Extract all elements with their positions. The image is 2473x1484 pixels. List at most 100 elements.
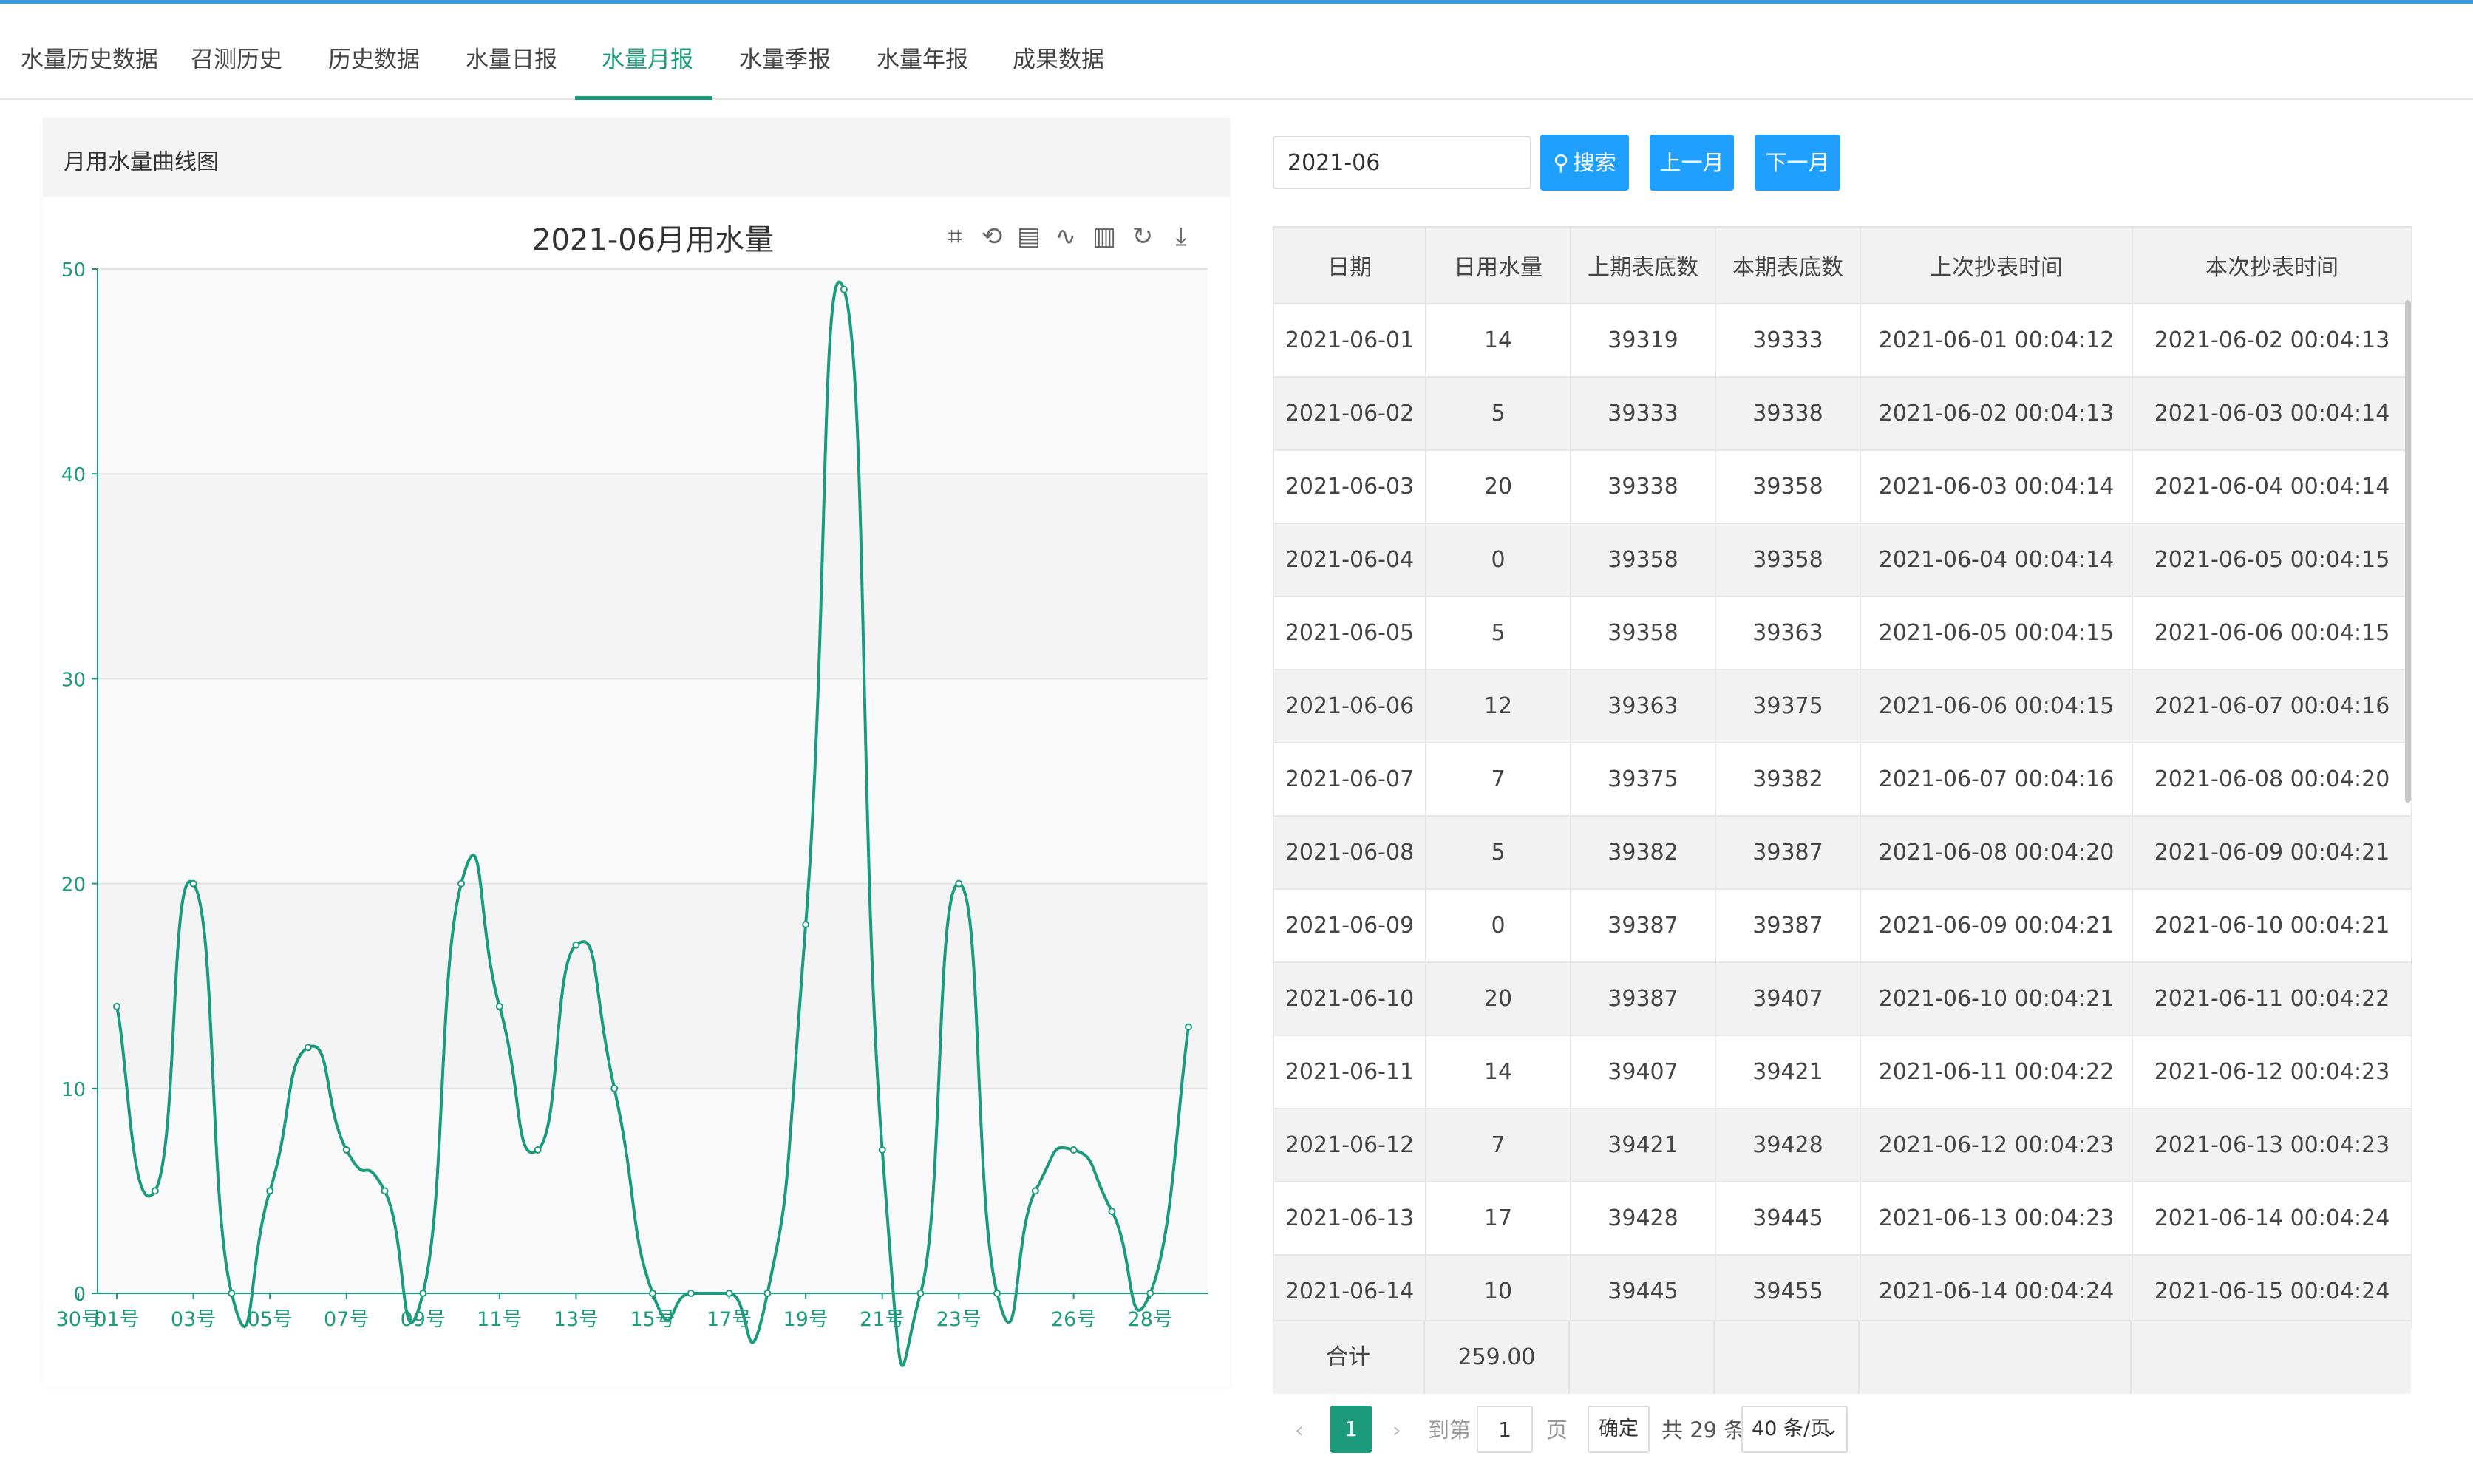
table-cell: 2021-06-02: [1273, 376, 1426, 451]
data-point: [1108, 1208, 1116, 1216]
current-page-button[interactable]: 1: [1330, 1406, 1372, 1453]
data-point: [342, 1146, 350, 1154]
x-tick-label: 03号: [171, 1308, 216, 1331]
table-row[interactable]: 2021-06-14 10 39445 39455 2021-06-14 00:04:2…: [1273, 1254, 2412, 1329]
table-cell: 39382: [1570, 815, 1716, 890]
data-point: [572, 941, 580, 949]
table-row[interactable]: 2021-06-07 7 39375 39382 2021-06-07 00:04:16…: [1273, 742, 2412, 817]
table-cell: 0: [1425, 888, 1571, 963]
data-point: [151, 1187, 159, 1195]
data-point: [878, 1146, 886, 1154]
column-header[interactable]: 上期表底数: [1570, 226, 1716, 304]
column-header[interactable]: 上次抄表时间: [1860, 226, 2133, 304]
table-cell: 39387: [1715, 888, 1861, 963]
table-row[interactable]: 2021-06-13 17 39428 39445 2021-06-13 00:04:2…: [1273, 1181, 2412, 1256]
table-cell: 39455: [1715, 1254, 1861, 1329]
table-cell: 39421: [1715, 1035, 1861, 1109]
table-cell: 2021-06-11 00:04:22: [1860, 1035, 2133, 1109]
column-header[interactable]: 日用水量: [1425, 226, 1571, 304]
table-cell: 2021-06-11: [1273, 1035, 1426, 1109]
chart-title: 2021-06月用水量: [532, 223, 775, 257]
table-row[interactable]: 2021-06-05 5 39358 39363 2021-06-05 00:04:15…: [1273, 596, 2412, 670]
table-scrollbar[interactable]: [2405, 300, 2411, 803]
table-row[interactable]: 2021-06-03 20 39338 39358 2021-06-03 00:04:1…: [1273, 449, 2412, 524]
table-cell: 39407: [1570, 1035, 1716, 1109]
table-cell: 2021-06-07 00:04:16: [2132, 669, 2412, 743]
table-row[interactable]: 2021-06-02 5 39333 39338 2021-06-02 00:04:13…: [1273, 376, 2412, 451]
table-row[interactable]: 2021-06-12 7 39421 39428 2021-06-12 00:04:23…: [1273, 1108, 2412, 1182]
table-row[interactable]: 2021-06-01 14 39319 39333 2021-06-01 00:04:1…: [1273, 303, 2412, 378]
x-tick-label: 11号: [477, 1308, 522, 1331]
data-point: [534, 1146, 542, 1154]
data-point: [1069, 1146, 1078, 1154]
page-unit-label: 页: [1546, 1417, 1568, 1443]
table-cell: 10: [1425, 1254, 1571, 1329]
table-cell: 2021-06-07: [1273, 742, 1426, 817]
table-cell: 39358: [1570, 523, 1716, 597]
table-cell: 2021-06-08 00:04:20: [1860, 815, 2133, 890]
data-point: [1185, 1023, 1192, 1031]
data-point: [649, 1290, 656, 1297]
chart-band: [98, 678, 1208, 884]
search-button[interactable]: ⚲ 搜索: [1540, 135, 1629, 191]
zoom-icon[interactable]: ⌗: [940, 220, 970, 253]
chart-band: [98, 883, 1208, 1089]
goto-page-input[interactable]: [1477, 1406, 1533, 1453]
table-cell: 2021-06-06: [1273, 669, 1426, 743]
table-cell: 14: [1425, 303, 1571, 378]
chevron-right-icon[interactable]: ›: [1392, 1404, 1401, 1456]
table-row[interactable]: 2021-06-09 0 39387 39387 2021-06-09 00:04:21…: [1273, 888, 2412, 963]
table-cell: 2021-06-05: [1273, 596, 1426, 670]
data-point: [993, 1290, 1001, 1297]
download-icon[interactable]: ⤓: [1166, 220, 1196, 253]
x-tick-label: 13号: [554, 1308, 599, 1331]
page-size-select[interactable]: 40 条/页 ⌄: [1741, 1406, 1848, 1453]
zoom-reset-icon[interactable]: ⟲: [977, 220, 1007, 253]
table-row[interactable]: 2021-06-04 0 39358 39358 2021-06-04 00:04:14…: [1273, 523, 2412, 597]
table-cell: 2021-06-02 00:04:13: [2132, 303, 2412, 378]
data-point: [457, 879, 466, 888]
table-cell: 2021-06-06 00:04:15: [2132, 596, 2412, 670]
x-tick-label: 07号: [324, 1308, 369, 1331]
table-cell: 2021-06-09 00:04:21: [1860, 888, 2133, 963]
bar-chart-icon[interactable]: ▥: [1089, 220, 1119, 253]
table-cell: 39428: [1715, 1108, 1861, 1182]
column-header[interactable]: 本期表底数: [1715, 226, 1861, 304]
data-point: [228, 1290, 236, 1297]
data-point: [725, 1290, 733, 1297]
table-cell: 2021-06-01 00:04:12: [1860, 303, 2133, 378]
table-cell: 2021-06-12 00:04:23: [2132, 1035, 2412, 1109]
table-row[interactable]: 2021-06-11 14 39407 39421 2021-06-11 00:04:2…: [1273, 1035, 2412, 1109]
table-cell: 2021-06-02 00:04:13: [1860, 376, 2133, 451]
table-cell: 39363: [1715, 596, 1861, 670]
table-cell: 0: [1425, 523, 1571, 597]
month-input[interactable]: [1273, 136, 1531, 189]
table-cell: 39387: [1570, 961, 1716, 1036]
goto-confirm-button[interactable]: 确定: [1588, 1406, 1650, 1453]
column-header[interactable]: 日期: [1273, 226, 1426, 304]
restore-icon[interactable]: ↻: [1128, 220, 1157, 253]
next-month-button[interactable]: 下一月: [1755, 135, 1840, 191]
summary-empty-cell: [1715, 1321, 1860, 1394]
table-row[interactable]: 2021-06-10 20 39387 39407 2021-06-10 00:04:2…: [1273, 961, 2412, 1036]
table-row[interactable]: 2021-06-06 12 39363 39375 2021-06-06 00:04:1…: [1273, 669, 2412, 743]
x-tick-label: 28号: [1128, 1308, 1173, 1331]
data-point: [840, 285, 848, 293]
summary-value: 259.00: [1425, 1321, 1570, 1394]
prev-month-button[interactable]: 上一月: [1650, 135, 1734, 191]
table-row[interactable]: 2021-06-08 5 39382 39387 2021-06-08 00:04:20…: [1273, 815, 2412, 890]
table-cell: 2021-06-12: [1273, 1108, 1426, 1182]
table-cell: 39421: [1570, 1108, 1716, 1182]
table-cell: 39382: [1715, 742, 1861, 817]
line-chart-icon[interactable]: ∿: [1051, 220, 1081, 253]
chevron-left-icon[interactable]: ‹: [1295, 1404, 1304, 1456]
x-tick-label: 23号: [936, 1308, 982, 1331]
data-point: [189, 879, 197, 888]
x-tick-label: 05号: [247, 1308, 292, 1331]
column-header[interactable]: 本次抄表时间: [2132, 226, 2412, 304]
y-tick-label: 40: [61, 464, 86, 486]
table-cell: 39363: [1570, 669, 1716, 743]
table-cell: 2021-06-03 00:04:14: [1860, 449, 2133, 524]
data-view-icon[interactable]: ▤: [1014, 220, 1044, 253]
data-point: [1146, 1290, 1154, 1297]
